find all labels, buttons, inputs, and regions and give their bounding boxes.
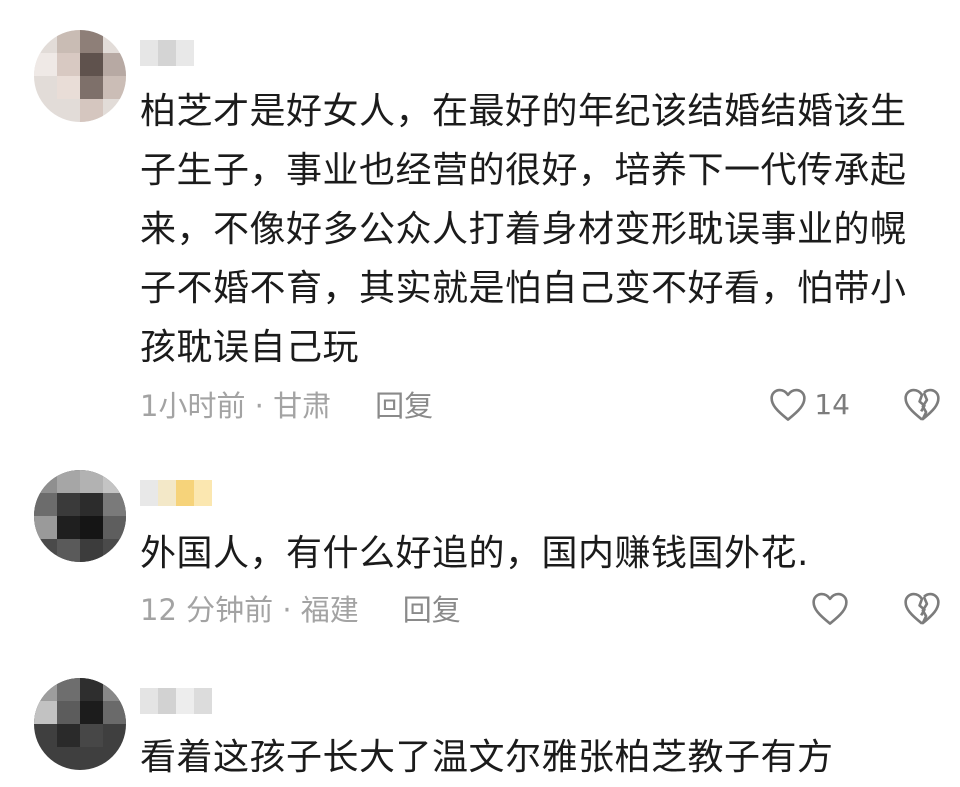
comment-text: 外国人，有什么好追的，国内赚钱国外花. bbox=[140, 533, 809, 574]
avatar[interactable] bbox=[34, 30, 126, 122]
time-location: 12 分钟前 · 福建 bbox=[140, 593, 359, 627]
broken-heart-icon bbox=[902, 590, 942, 626]
heart-outline-icon bbox=[768, 386, 808, 422]
comment-meta: 1小时前 · 甘肃 回复 bbox=[140, 384, 433, 424]
like-button[interactable]: 14 bbox=[768, 384, 850, 424]
comment-text: 柏芝才是好女人，在最好的年纪该结婚结婚该生子生子，事业也经营的很好，培养下一代传… bbox=[140, 91, 907, 368]
comment-text: 看着这孩子长大了温文尔雅张柏芝教子有方 bbox=[140, 737, 834, 778]
dislike-button[interactable] bbox=[902, 588, 942, 628]
like-count: 14 bbox=[814, 387, 850, 421]
time-location: 1小时前 · 甘肃 bbox=[140, 389, 332, 423]
username[interactable] bbox=[140, 40, 194, 66]
reply-button[interactable]: 回复 bbox=[403, 587, 461, 629]
reply-button[interactable]: 回复 bbox=[375, 383, 433, 425]
broken-heart-icon bbox=[902, 386, 942, 422]
username[interactable] bbox=[140, 688, 212, 714]
avatar[interactable] bbox=[34, 678, 126, 770]
avatar[interactable] bbox=[34, 470, 126, 562]
username[interactable] bbox=[140, 480, 212, 506]
comment-meta: 12 分钟前 · 福建 回复 bbox=[140, 588, 461, 628]
dislike-button[interactable] bbox=[902, 384, 942, 424]
like-button[interactable] bbox=[810, 588, 850, 628]
heart-outline-icon bbox=[810, 590, 850, 626]
